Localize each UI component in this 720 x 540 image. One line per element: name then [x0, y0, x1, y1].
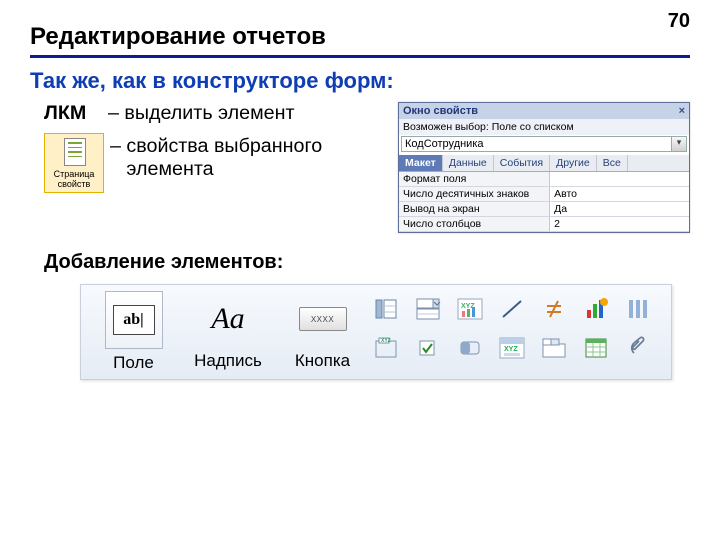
toggle-icon[interactable] — [451, 330, 489, 366]
properties-window: Окно свойств × Возможен выбор: Поле со с… — [398, 102, 690, 233]
spreadsheet-icon[interactable] — [577, 330, 615, 366]
page-number: 70 — [668, 10, 690, 33]
line-icon[interactable] — [493, 291, 531, 327]
field-control-button[interactable]: ab| Поле — [91, 291, 176, 373]
list-icon[interactable] — [367, 291, 405, 327]
tab-all[interactable]: Все — [597, 155, 628, 171]
tab-events[interactable]: События — [494, 155, 550, 171]
tab-layout[interactable]: Макет — [399, 155, 443, 171]
subheading: Так же, как в конструкторе форм: — [30, 68, 690, 94]
button-xxxx-icon: XXXX — [295, 291, 351, 347]
title-rule — [30, 55, 690, 58]
attachment-icon[interactable] — [619, 330, 657, 366]
bar-chart-icon[interactable] — [577, 291, 615, 327]
svg-text:XYZ: XYZ — [461, 303, 475, 310]
property-sheet-button[interactable]: Страницасвойств — [44, 133, 104, 193]
prop-label: Вывод на экран — [399, 202, 550, 216]
properties-text-1: – свойства выбранного — [110, 135, 322, 158]
close-icon[interactable]: × — [679, 105, 685, 117]
label-control-button[interactable]: Aa Надпись — [178, 291, 278, 371]
prop-value[interactable] — [550, 172, 689, 186]
chevron-down-icon[interactable]: ▾ — [671, 137, 686, 151]
prop-label: Формат поля — [399, 172, 550, 186]
tabs-icon[interactable] — [535, 330, 573, 366]
page-title: Редактирование отчетов — [30, 23, 690, 51]
properties-grid: Формат поля Число десятичных знаковАвто … — [399, 171, 689, 232]
field-label: Поле — [113, 353, 154, 373]
properties-tabs: Макет Данные События Другие Все — [399, 155, 689, 171]
group-box-icon[interactable]: XYZ — [367, 330, 405, 366]
textbox-icon: ab| — [105, 291, 163, 349]
not-equal-icon[interactable] — [535, 291, 573, 327]
select-element-text: – выделить элемент — [108, 102, 294, 125]
combo-icon[interactable] — [409, 291, 447, 327]
tab-data[interactable]: Данные — [443, 155, 494, 171]
add-elements-heading: Добавление элементов: — [44, 251, 690, 274]
properties-text-2: элемента — [110, 158, 322, 181]
property-sheet-label: Страницасвойств — [54, 169, 95, 189]
properties-window-title: Окно свойств — [403, 105, 478, 117]
button-label: Кнопка — [295, 351, 350, 371]
svg-text:XYZ: XYZ — [381, 338, 391, 344]
label-label: Надпись — [194, 351, 262, 371]
lkm-label: ЛКМ — [44, 102, 108, 125]
controls-ribbon: ab| Поле Aa Надпись XXXX Кнопка XYZ — [80, 284, 672, 380]
form-xyz-icon[interactable]: XYZ — [493, 330, 531, 366]
checkbox-icon[interactable] — [409, 330, 447, 366]
prop-label: Число десятичных знаков — [399, 187, 550, 201]
selection-type-label: Возможен выбор: Поле со списком — [399, 119, 689, 135]
tab-other[interactable]: Другие — [550, 155, 597, 171]
xyz-chart-icon[interactable]: XYZ — [451, 291, 489, 327]
prop-value[interactable]: 2 — [550, 217, 689, 231]
prop-value[interactable]: Да — [550, 202, 689, 216]
prop-value[interactable]: Авто — [550, 187, 689, 201]
label-aa-icon: Aa — [200, 291, 256, 347]
button-control-button[interactable]: XXXX Кнопка — [280, 291, 365, 371]
prop-label: Число столбцов — [399, 217, 550, 231]
columns-icon[interactable] — [619, 291, 657, 327]
element-selector-combo[interactable]: КодСотрудника ▾ — [401, 136, 687, 152]
element-selector-value: КодСотрудника — [402, 137, 671, 151]
svg-text:XYZ: XYZ — [504, 346, 518, 353]
property-sheet-icon — [61, 137, 87, 167]
